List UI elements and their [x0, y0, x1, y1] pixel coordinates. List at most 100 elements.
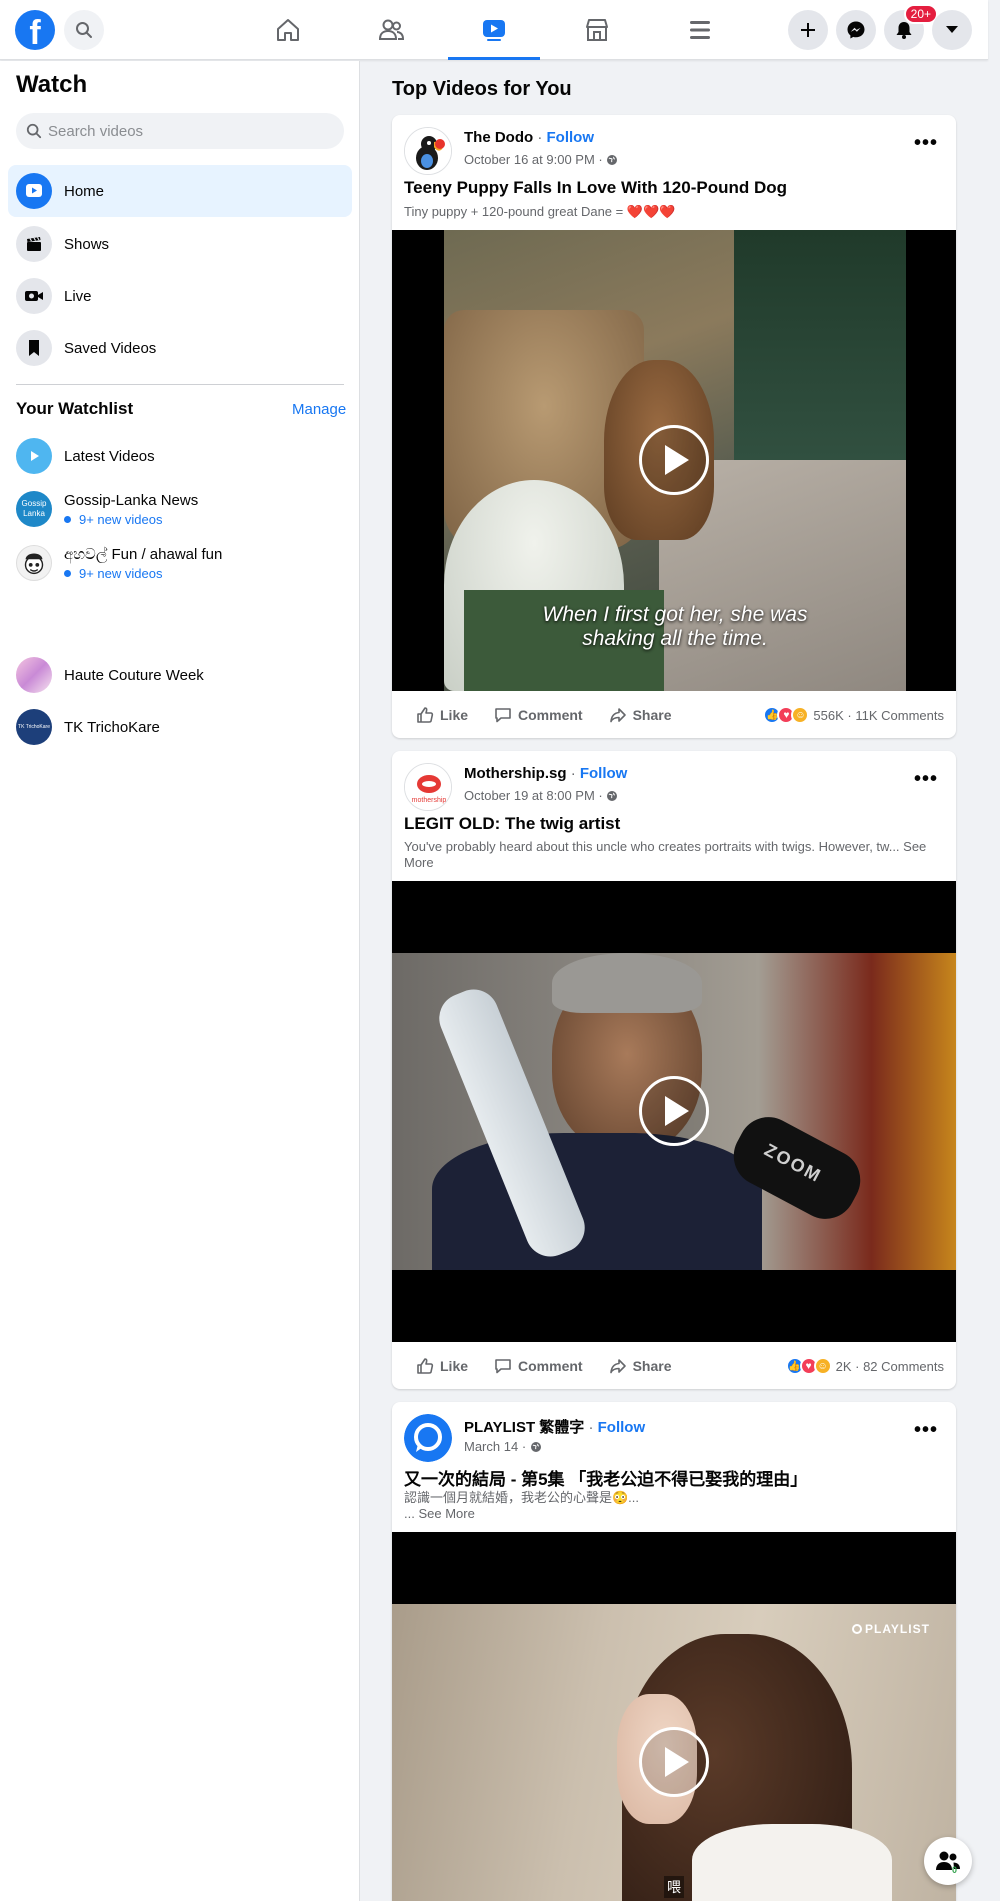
- sidebar-item-label: Live: [64, 287, 92, 305]
- video-post: The Dodo · Follow October 16 at 9:00 PM …: [392, 115, 956, 738]
- new-videos-indicator: 9+ new videos: [64, 566, 222, 581]
- like-button[interactable]: Like: [416, 706, 468, 724]
- play-icon: [16, 173, 52, 209]
- watchlist-item-gossip-lanka[interactable]: Gossip Lanka Gossip-Lanka News 9+ new vi…: [16, 491, 346, 527]
- page-name-row: PLAYLIST 繁體字 · Follow: [464, 1419, 646, 1436]
- sidebar-item-shows[interactable]: Shows: [8, 218, 352, 270]
- facebook-logo[interactable]: f: [15, 10, 55, 50]
- page-name[interactable]: The Dodo: [464, 129, 533, 146]
- page-name-row: The Dodo · Follow: [464, 129, 594, 146]
- thumbs-up-icon: [417, 707, 434, 723]
- watchlist-item-name: අහවල් Fun / ahawal fun: [64, 545, 223, 563]
- watchlist-item-haute-couture-week[interactable]: Haute Couture Week: [16, 657, 346, 693]
- watchlist-item-tk-trichokare[interactable]: TK TrichoKare TK TrichoKare: [16, 709, 346, 745]
- account-menu-button[interactable]: [932, 10, 972, 50]
- bookmark-icon: [16, 330, 52, 366]
- nav-tab-friends[interactable]: [345, 0, 437, 60]
- ahawal-fun-avatar: [16, 545, 52, 581]
- post-timestamp[interactable]: March 14 ·: [464, 1439, 542, 1454]
- watchlist-item-name: Gossip-Lanka News: [64, 491, 199, 509]
- globe-icon: [530, 1441, 541, 1452]
- video-post: mothership Mothership.sg · Follow Octobe…: [392, 751, 956, 1389]
- follow-button[interactable]: Follow: [598, 1419, 646, 1436]
- home-icon: [277, 19, 299, 41]
- manage-watchlist-link[interactable]: Manage: [292, 401, 346, 418]
- like-button[interactable]: Like: [416, 1357, 468, 1375]
- more-icon: •••: [913, 767, 938, 790]
- page-name[interactable]: PLAYLIST 繁體字: [464, 1419, 584, 1436]
- play-button[interactable]: [639, 1076, 709, 1146]
- create-button[interactable]: [788, 10, 828, 50]
- post-timestamp[interactable]: October 19 at 8:00 PM ·: [464, 788, 618, 803]
- sidebar-item-live[interactable]: Live: [8, 270, 352, 322]
- thumbs-up-icon: [417, 1358, 434, 1374]
- sidebar-item-label: Saved Videos: [64, 339, 157, 357]
- post-title[interactable]: 又一次的結局 - 第5集 「我老公迫不得已娶我的理由」: [404, 1465, 807, 1490]
- page-avatar-the-dodo[interactable]: [404, 127, 452, 175]
- page-avatar-mothership[interactable]: mothership: [404, 763, 452, 811]
- svg-text:mothership: mothership: [412, 797, 447, 804]
- share-button[interactable]: Share: [609, 1357, 672, 1375]
- post-title[interactable]: Teeny Puppy Falls In Love With 120-Pound…: [404, 178, 787, 198]
- comment-button[interactable]: Comment: [494, 1357, 583, 1375]
- video-player[interactable]: When I first got her, she was shaking al…: [392, 230, 956, 691]
- nav-tab-watch[interactable]: [448, 0, 540, 60]
- care-reaction-icon: ☺: [813, 1357, 832, 1375]
- comments-count[interactable]: 11K Comments: [855, 708, 944, 723]
- watchlist-item-name: Haute Couture Week: [64, 666, 204, 684]
- post-options-button[interactable]: •••: [908, 761, 944, 797]
- feed-title: Top Videos for You: [392, 78, 572, 100]
- play-icon: [665, 445, 689, 475]
- play-button[interactable]: [639, 1727, 709, 1797]
- see-more-link[interactable]: ... See More: [404, 1506, 944, 1522]
- search-videos-box[interactable]: [16, 113, 344, 149]
- notifications-button[interactable]: 20+: [884, 4, 938, 50]
- comment-icon: [495, 708, 511, 723]
- globe-icon: [607, 790, 618, 801]
- reaction-summary[interactable]: 👍 ♥ ☺ 556K · 11K Comments: [763, 692, 944, 738]
- watch-sidebar: Watch Home Shows Live Saved Videos Your …: [0, 61, 360, 1901]
- play-button[interactable]: [639, 425, 709, 495]
- search-videos-input[interactable]: [48, 122, 328, 140]
- play-icon: [665, 1096, 689, 1126]
- live-camera-icon: [16, 278, 52, 314]
- sidebar-item-home[interactable]: Home: [8, 165, 352, 217]
- search-button[interactable]: [64, 10, 104, 50]
- caret-down-icon: [946, 26, 958, 33]
- nav-tab-marketplace[interactable]: [551, 0, 643, 60]
- nav-tab-menu[interactable]: [654, 0, 746, 60]
- post-description: 認識一個月就結婚，我老公的心聲是😳... ... See More: [404, 1490, 944, 1522]
- tk-trichokare-avatar: TK TrichoKare: [16, 709, 52, 745]
- reactions-count: 2K: [835, 1358, 852, 1374]
- messenger-button[interactable]: [836, 10, 876, 50]
- watchlist-item-ahawal-fun[interactable]: අහවල් Fun / ahawal fun 9+ new videos: [16, 545, 346, 581]
- play-icon: [665, 1747, 689, 1777]
- video-caption: When I first got her, she was shaking al…: [542, 603, 808, 650]
- care-reaction-icon: ☺: [791, 706, 810, 724]
- sidebar-item-label: Shows: [64, 235, 110, 253]
- post-options-button[interactable]: •••: [908, 1412, 944, 1448]
- search-icon: [26, 123, 42, 139]
- new-message-button[interactable]: 0: [924, 1837, 972, 1885]
- post-title[interactable]: LEGIT OLD: The twig artist: [404, 814, 620, 834]
- sidebar-item-saved-videos[interactable]: Saved Videos: [8, 322, 352, 374]
- contacts-icon: [936, 1851, 960, 1870]
- video-player[interactable]: ZOOM: [392, 881, 956, 1342]
- page-avatar-playlist[interactable]: [404, 1414, 452, 1462]
- post-options-button[interactable]: •••: [908, 125, 944, 161]
- comment-button[interactable]: Comment: [494, 706, 583, 724]
- video-player[interactable]: PLAYLIST 喂: [392, 1532, 956, 1901]
- follow-button[interactable]: Follow: [547, 129, 595, 146]
- globe-icon: [607, 154, 618, 165]
- share-button[interactable]: Share: [609, 706, 672, 724]
- watch-icon: [483, 19, 505, 41]
- nav-tab-home[interactable]: [242, 0, 334, 60]
- more-icon: •••: [913, 131, 938, 154]
- reaction-summary[interactable]: 👍 ♥ ☺ 2K · 82 Comments: [785, 1343, 944, 1389]
- watchlist-item-latest-videos[interactable]: Latest Videos: [16, 438, 346, 474]
- page-name[interactable]: Mothership.sg: [464, 765, 567, 782]
- comments-count[interactable]: 82 Comments: [863, 1359, 944, 1374]
- post-timestamp[interactable]: October 16 at 9:00 PM ·: [464, 152, 618, 167]
- follow-button[interactable]: Follow: [580, 765, 628, 782]
- new-videos-indicator: 9+ new videos: [64, 512, 198, 527]
